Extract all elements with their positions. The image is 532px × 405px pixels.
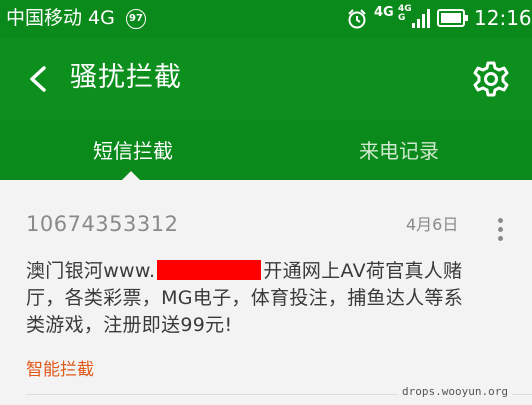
tab-call-log[interactable]: 来电记录 [266,120,532,180]
message-sender: 10674353312 [26,212,179,236]
screen: 中国移动 4G 97 4G 4G G 12:16 骚扰拦截 短信拦截 来电记录 … [0,0,532,405]
back-arrow-icon [30,66,46,92]
tab-bar: 短信拦截 来电记录 [0,120,532,180]
page-title: 骚扰拦截 [70,62,182,93]
settings-button[interactable] [472,60,510,98]
network-type-label: 4G [374,5,394,20]
more-options-button[interactable] [494,218,506,248]
more-vert-icon [497,218,503,223]
more-vert-icon [497,227,503,232]
block-reason-label: 智能拦截 [26,360,94,380]
message-body: 澳门银河www. 开通网上AV荷官真人赌厅，各类彩票，MG电子，体育投注，捕鱼达人… [26,258,474,339]
redaction-block [157,260,262,280]
back-button[interactable] [24,62,56,96]
carrier-label: 中国移动 4G [6,7,115,29]
alarm-icon [346,8,368,34]
watermark: drops.wooyun.org [398,384,512,400]
gear-icon [473,61,509,97]
clock-label: 12:16 [474,6,532,30]
status-bar: 中国移动 4G 97 4G 4G G 12:16 [0,0,532,38]
carrier-badge: 97 [126,9,146,29]
app-bar: 骚扰拦截 [0,38,532,120]
more-vert-icon [497,236,503,241]
message-date: 4月6日 [406,215,459,234]
signal-icon [402,8,430,34]
battery-icon [437,9,469,31]
active-tab-indicator [122,171,140,180]
message-card[interactable]: 10674353312 4月6日 澳门银河www. 开通网上AV荷官真人赌厅，各类… [0,188,532,398]
message-body-start: 澳门银河www. [26,260,156,282]
